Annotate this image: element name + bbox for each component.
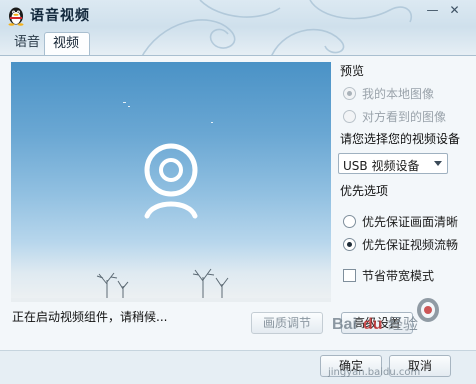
radio-local-image[interactable]: 我的本地图像 xyxy=(343,85,434,101)
bandwidth-saving-checkbox[interactable] xyxy=(343,268,356,282)
chevron-down-icon[interactable] xyxy=(434,161,442,166)
radio-label: 我的本地图像 xyxy=(362,86,435,101)
radio-button[interactable] xyxy=(343,237,356,251)
radio-button[interactable] xyxy=(343,86,356,100)
svg-text:du: du xyxy=(363,316,383,333)
radio-remote-image[interactable]: 对方看到的图像 xyxy=(343,108,446,124)
radio-smoothness-priority[interactable]: 优先保证视频流畅 xyxy=(343,236,458,252)
title-ornament xyxy=(139,0,412,60)
video-device-select[interactable]: USB 视频设备 xyxy=(338,153,448,174)
radio-label: 优先保证画面清晰 xyxy=(362,214,459,229)
select-value: USB 视频设备 xyxy=(343,159,420,173)
priority-options-title: 优先选项 xyxy=(340,184,389,198)
tab-voice[interactable]: 语音 xyxy=(6,32,48,55)
preview-options-title: 预览 xyxy=(340,64,365,78)
status-text: 正在启动视频组件，请稍候... xyxy=(12,310,168,324)
video-preview xyxy=(11,62,331,302)
svg-text:经验: 经验 xyxy=(388,315,418,333)
webcam-icon xyxy=(144,143,198,219)
bandwidth-saving-checkbox-row[interactable]: 节省带宽模式 xyxy=(343,267,434,283)
device-select-title: 请您选择您的视频设备 xyxy=(340,132,461,146)
watermark-url: jingyan.baidu.com xyxy=(328,367,421,378)
title-bar[interactable]: 语音视频 — ✕ 语音 视频 xyxy=(0,0,476,60)
qq-penguin-icon xyxy=(6,4,26,26)
minimize-icon[interactable]: — xyxy=(424,4,441,19)
radio-button[interactable] xyxy=(343,109,356,123)
svg-text:Bai: Bai xyxy=(332,316,357,333)
radio-clarity-priority[interactable]: 优先保证画面清晰 xyxy=(343,213,458,229)
window-title: 语音视频 xyxy=(30,8,90,24)
radio-label: 优先保证视频流畅 xyxy=(362,237,459,252)
qq-av-settings-window: 语音视频 — ✕ 语音 视频 正在启动视频组件，请稍候... 画质调节 预览 我… xyxy=(0,0,476,384)
radio-label: 对方看到的图像 xyxy=(362,109,447,124)
checkbox-label: 节省带宽模式 xyxy=(362,268,435,283)
close-icon[interactable]: ✕ xyxy=(446,4,463,19)
baidu-jingyan-watermark-logo: Bai du 经验 xyxy=(330,296,470,334)
tab-video[interactable]: 视频 xyxy=(44,32,90,55)
quality-adjust-button[interactable]: 画质调节 xyxy=(251,312,323,334)
radio-button[interactable] xyxy=(343,214,356,228)
